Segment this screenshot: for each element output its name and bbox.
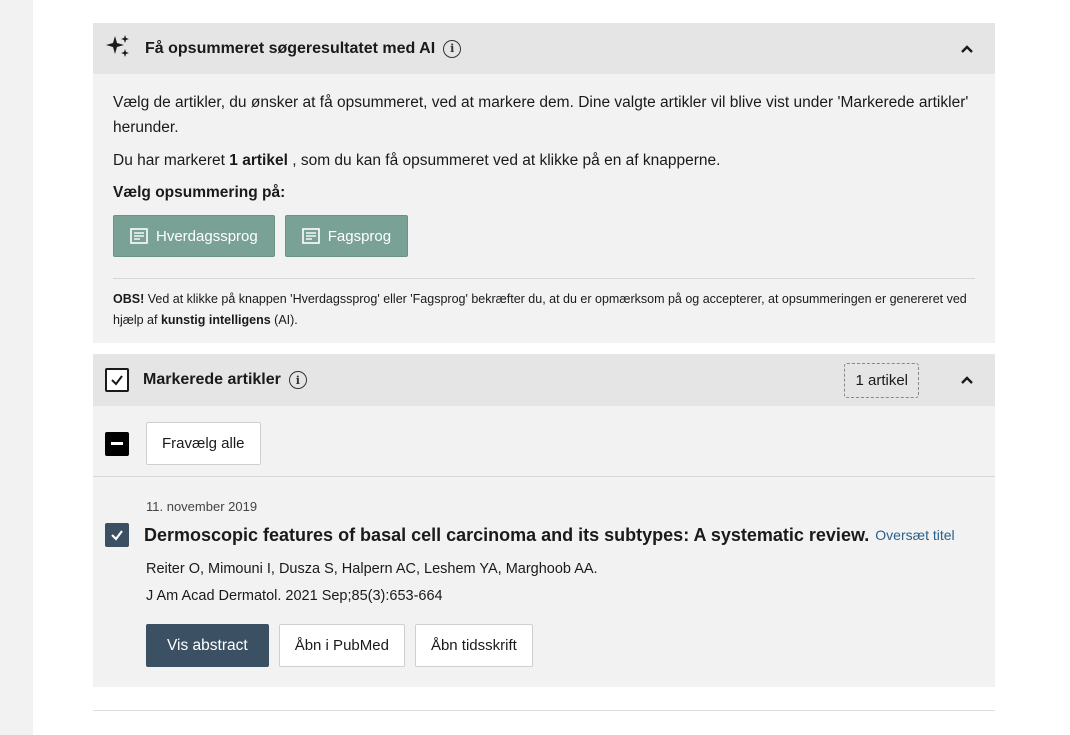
article-item: 11. november 2019 Dermoscopic features o… [93,477,995,687]
marked-suffix: , som du kan få opsummeret ved at klikke… [292,152,721,169]
obs-end: (AI). [270,313,298,327]
bottom-divider [93,710,995,711]
article-count-badge: 1 artikel [844,363,919,398]
article-journal: J Am Acad Dermatol. 2021 Sep;85(3):653-6… [146,588,443,604]
ai-intro-text: Vælg de artikler, du ønsker at få opsumm… [113,94,969,136]
obs-disclaimer: OBS! Ved at klikke på knappen 'Hverdagss… [113,289,975,331]
info-icon[interactable]: i [443,39,462,58]
article-date: 11. november 2019 [146,499,258,514]
sparkle-icon [105,33,131,64]
main-content: Få opsummeret søgeresultatet med AI i Væ… [93,23,995,687]
technical-language-label: Fagsprog [327,227,392,245]
check-icon [111,530,123,541]
deselect-row: Fravælg alle [93,406,995,477]
obs-label: OBS! [113,292,145,306]
divider [113,278,975,279]
article-title-row: Dermoscopic features of basal cell carci… [105,523,975,547]
marked-articles-title: Markerede artikler [143,371,281,388]
obs-ai-term: kunstig intelligens [160,313,271,327]
ai-summary-body: Vælg de artikler, du ønsker at få opsumm… [93,74,995,343]
translate-title-link[interactable]: Oversæt titel [875,527,954,543]
marked-articles-panel: Markerede artikler i 1 artikel Fravælg a… [93,354,995,687]
document-icon [301,228,320,244]
indeterminate-checkbox[interactable] [105,431,129,456]
everyday-language-label: Hverdagssprog [156,227,258,245]
chevron-up-icon[interactable] [959,372,975,388]
view-abstract-button[interactable]: Vis abstract [146,624,269,667]
marked-prefix: Du har markeret [113,152,225,169]
marked-count-text: Du har markeret 1 artikel , som du kan f… [113,150,975,172]
choose-summary-label: Vælg opsummering på: [113,184,286,201]
article-authors: Reiter O, Mimouni I, Dusza S, Halpern AC… [146,561,598,577]
ai-summary-panel: Få opsummeret søgeresultatet med AI i Væ… [93,23,995,343]
chevron-up-icon[interactable] [959,41,975,57]
marked-count: 1 artikel [229,152,288,169]
checkbox-icon [105,368,129,392]
summary-buttons: Hverdagssprog Fagsprog [113,215,975,257]
info-icon[interactable]: i [288,371,307,389]
marked-articles-header[interactable]: Markerede artikler i 1 artikel [93,354,995,406]
article-actions: Vis abstract Åbn i PubMed Åbn tidsskrift [146,624,975,667]
deselect-all-button[interactable]: Fravælg alle [146,422,261,465]
open-pubmed-button[interactable]: Åbn i PubMed [278,624,405,667]
article-checkbox[interactable] [105,523,129,547]
document-icon [130,228,148,244]
everyday-language-button[interactable]: Hverdagssprog [113,215,275,257]
ai-summary-title: Få opsummeret søgeresultatet med AI [145,39,436,57]
article-title[interactable]: Dermoscopic features of basal cell carci… [144,525,869,546]
left-margin [0,0,33,735]
ai-summary-header[interactable]: Få opsummeret søgeresultatet med AI i [93,23,995,74]
technical-language-button[interactable]: Fagsprog [284,215,409,257]
open-journal-button[interactable]: Åbn tidsskrift [414,624,533,667]
